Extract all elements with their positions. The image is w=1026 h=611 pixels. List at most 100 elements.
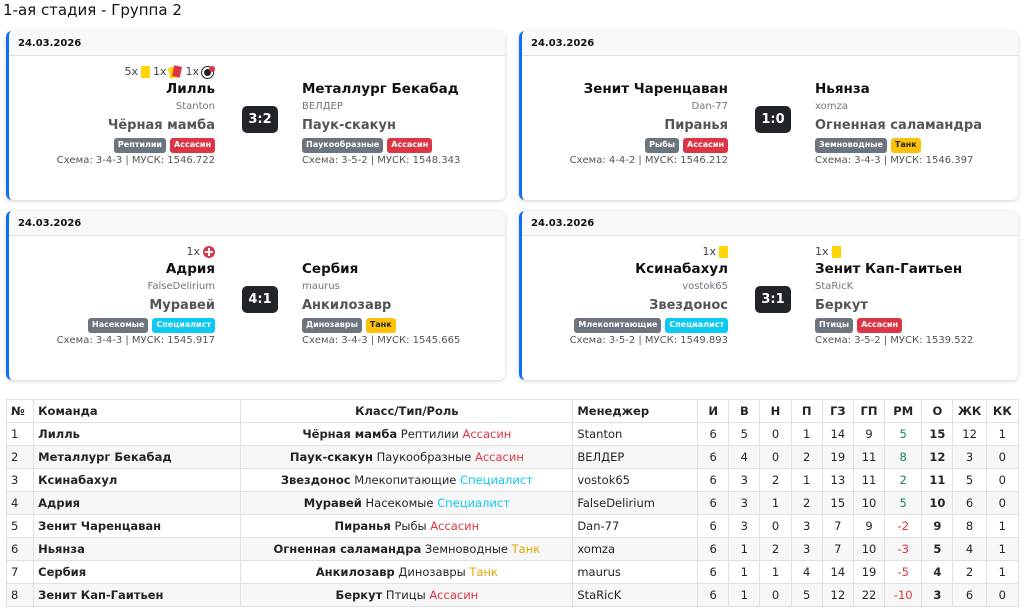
rank-cell: 3 (5, 468, 35, 492)
points-cell: 3 (921, 583, 954, 607)
stat-cell: 15 (821, 491, 854, 515)
team-cell[interactable]: Лилль (33, 422, 242, 446)
points-cell: 15 (921, 422, 954, 446)
character-name: Муравей (149, 298, 215, 313)
match-events (815, 64, 1018, 79)
role-name: Ассасин (430, 519, 480, 533)
match-score: 4:1 (242, 286, 278, 313)
team-cell[interactable]: Зенит Чаренцаван (33, 514, 242, 538)
stat-cell: 2 (759, 537, 792, 561)
stat-cell: 6 (697, 514, 730, 538)
team-name[interactable]: Ксинабахул (522, 261, 728, 280)
red-card-icon (168, 64, 183, 79)
yellow-card-icon (719, 245, 728, 258)
match-events: 1x (815, 244, 1018, 259)
class-badge: Земноводные (815, 138, 887, 153)
stat-cell: 10 (852, 537, 886, 561)
stat-cell: 14 (821, 560, 854, 584)
stat-cell: 13 (821, 468, 854, 492)
manager-cell: StaRicK (572, 583, 699, 607)
yellow-card-icon (831, 245, 841, 258)
goal-diff-cell: -10 (884, 583, 923, 607)
rank-cell: 1 (5, 422, 35, 446)
match-card[interactable]: 24.03.2026 1x Адрия FalseDelirium Муравей Нас… (6, 211, 505, 380)
character-name: Анкилозавр (315, 565, 395, 579)
event-count: 1x (185, 65, 199, 78)
standings-table: № Команда Класс/Тип/Роль Менеджер И В Н П ГЗ ГП РМ… (5, 399, 1020, 607)
badges: Земноводные Танк (815, 138, 1018, 153)
team-name[interactable]: Адрия (9, 261, 215, 280)
manager-cell: vostok65 (572, 468, 699, 492)
role-name: Танк (469, 565, 498, 579)
manager-cell: Dan-77 (572, 514, 699, 538)
stat-cell: 3 (728, 468, 761, 492)
column-header: Менеджер (572, 399, 699, 423)
team-name[interactable]: Лилль (9, 81, 215, 100)
character-name: Звездонос (280, 473, 351, 487)
match-score: 3:2 (242, 106, 278, 133)
event-count: 1x (815, 245, 829, 258)
page-title: 1-ая стадия - Группа 2 (3, 1, 182, 19)
red-cards-cell: 1 (985, 422, 1020, 446)
team-name[interactable]: Зенит Кап-Гаитьен (815, 261, 1018, 280)
home-team: Зенит Чаренцаван Dan-77 Пиранья Рыбы Ассасин… (522, 64, 728, 166)
badges: Насекомые Специалист (9, 318, 215, 333)
column-header: Команда (33, 399, 242, 423)
goal-diff-cell: -5 (884, 560, 923, 584)
event-count: 1x (702, 245, 716, 258)
match-card[interactable]: 24.03.2026 Зенит Чаренцаван Dan-77 Пиранья Р… (519, 31, 1018, 200)
team-cell[interactable]: Сербия (33, 560, 242, 584)
team-name[interactable]: Сербия (302, 261, 505, 280)
class-cell: Пиранья Рыбы Ассасин (240, 514, 574, 538)
team-cell[interactable]: Зенит Кап-Гаитьен (33, 583, 242, 607)
class-badge: Специалист (665, 318, 728, 333)
away-team: 1x Зенит Кап-Гаитьен StaRicK Беркут Птицы Асс… (815, 244, 1018, 346)
type-name: Паукообразные (376, 450, 472, 464)
red-cards-cell: 1 (985, 537, 1020, 561)
team-name[interactable]: Зенит Чаренцаван (522, 81, 728, 100)
manager-name: Stanton (175, 101, 215, 112)
column-header: ГЗ (821, 399, 854, 423)
character-name: Беркут (815, 298, 868, 313)
character-name: Чёрная мамба (302, 427, 398, 441)
stat-cell: 9 (852, 422, 886, 446)
stat-cell: 6 (697, 560, 730, 584)
stat-cell: 2 (790, 445, 823, 469)
manager-name: Dan-77 (691, 101, 729, 112)
table-row: 4 Адрия Муравей Насекомые Специалист FalseD… (5, 491, 1020, 515)
stat-cell: 4 (790, 560, 823, 584)
match-card[interactable]: 24.03.2026 5x 1x 1x Лилль Stanton Чёрная мамба… (6, 31, 505, 200)
own-goal-icon (202, 65, 215, 78)
rank-cell: 2 (5, 445, 35, 469)
manager-name: xomza (815, 101, 848, 112)
badges: Динозавры Танк (302, 318, 505, 333)
goal-diff-cell: 5 (884, 491, 923, 515)
team-cell[interactable]: Металлург Бекабад (33, 445, 242, 469)
scheme-info: Схема: 3-5-2 | МУСК: 1539.522 (815, 335, 974, 346)
badges: Паукообразные Ассасин (302, 138, 505, 153)
class-cell: Звездонос Млекопитающие Специалист (240, 468, 574, 492)
yellow-cards-cell: 3 (952, 445, 987, 469)
team-cell[interactable]: Ньянза (33, 537, 242, 561)
column-header: РМ (884, 399, 923, 423)
stat-cell: 6 (697, 445, 730, 469)
match-events (302, 244, 505, 259)
class-cell: Беркут Птицы Ассасин (240, 583, 574, 607)
type-name: Динозавры (398, 565, 466, 579)
type-name: Млекопитающие (354, 473, 457, 487)
column-header: Н (759, 399, 792, 423)
match-score: 3:1 (755, 286, 791, 313)
match-card[interactable]: 24.03.2026 1x Ксинабахул vostok65 Звездонос М… (519, 211, 1018, 380)
team-name[interactable]: Металлург Бекабад (302, 81, 505, 100)
badges: Рептилии Ассасин (9, 138, 215, 153)
stat-cell: 1 (728, 583, 761, 607)
home-team: 5x 1x 1x Лилль Stanton Чёрная мамба Рептилии Ас… (9, 64, 215, 166)
rank-cell: 7 (5, 560, 35, 584)
red-cards-cell: 0 (985, 468, 1020, 492)
team-name[interactable]: Ньянза (815, 81, 1018, 100)
rank-cell: 5 (5, 514, 35, 538)
points-cell: 9 (921, 514, 954, 538)
team-cell[interactable]: Адрия (33, 491, 242, 515)
team-cell[interactable]: Ксинабахул (33, 468, 242, 492)
yellow-cards-cell: 8 (952, 514, 987, 538)
